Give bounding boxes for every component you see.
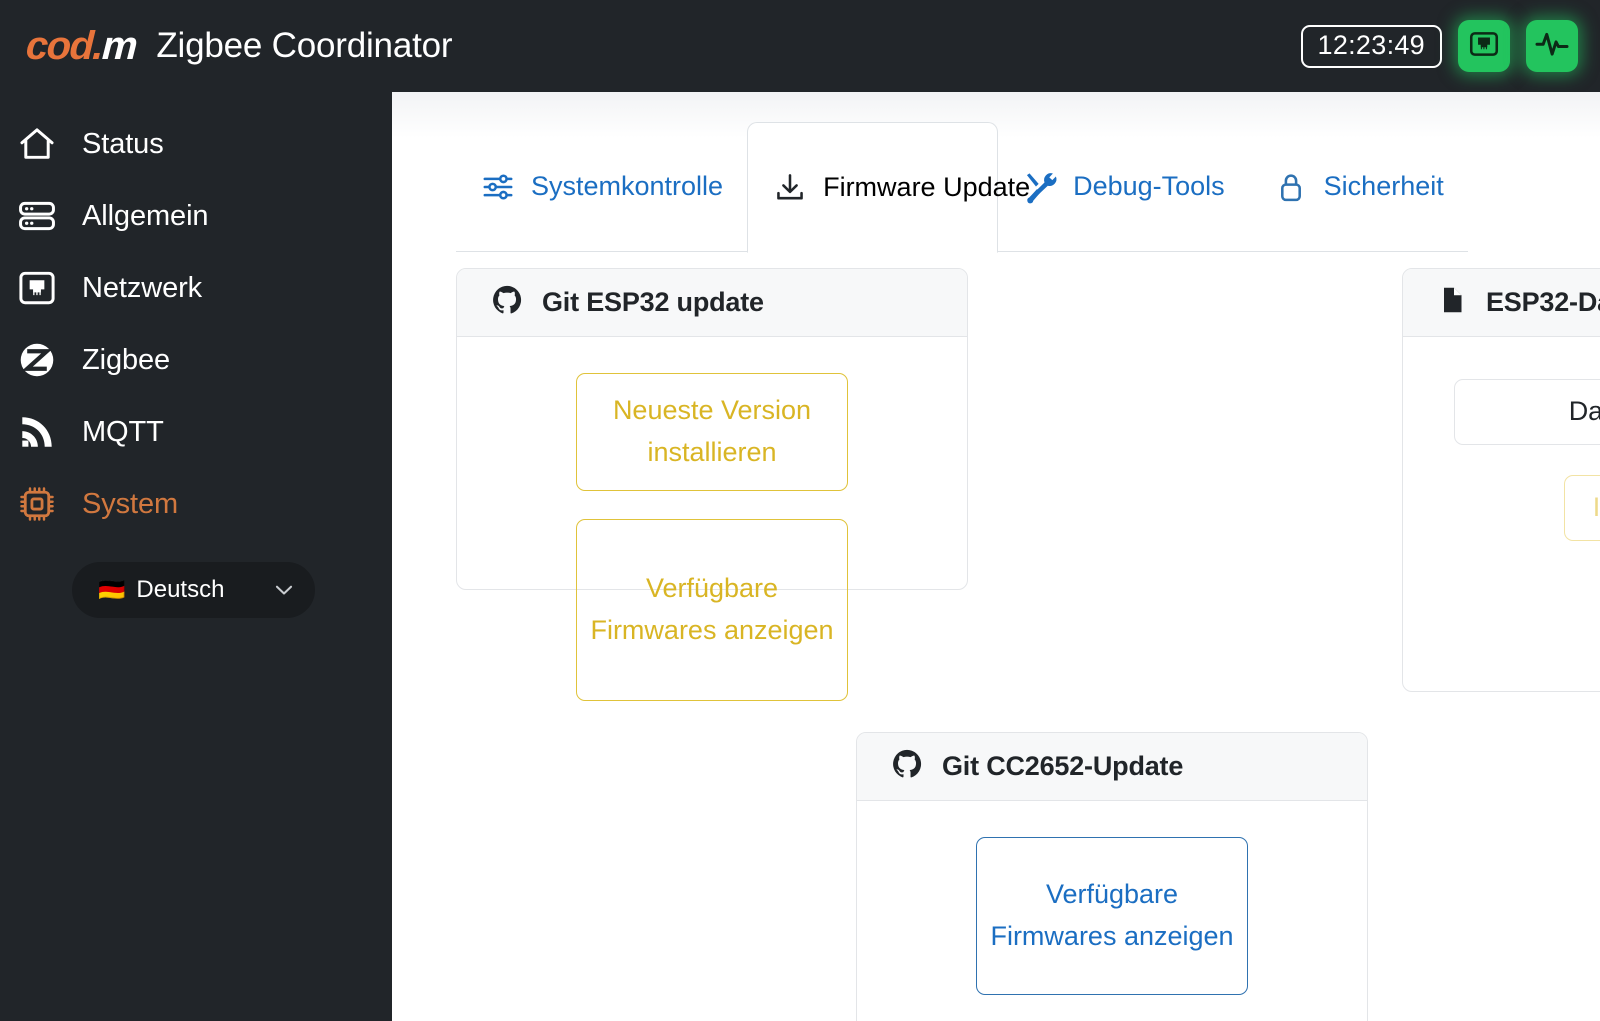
show-available-firmwares-esp32-button[interactable]: Verfügbare Firmwares anzeigen	[576, 519, 848, 701]
card-git-esp32-update: Git ESP32 update Neueste Version install…	[456, 268, 968, 701]
card-header: Git CC2652-Update	[857, 733, 1367, 801]
sidebar-item-allgemein[interactable]: Allgemein	[0, 180, 392, 252]
sidebar-item-system[interactable]: System	[0, 468, 392, 540]
sidebar-item-label: Zigbee	[82, 343, 171, 376]
ethernet-icon	[14, 265, 60, 311]
main-content: Systemkontrolle Firmware Update Debug-To…	[392, 92, 1600, 1021]
tab-systemkontrolle[interactable]: Systemkontrolle	[456, 122, 748, 252]
brand-logo-cod: cod.	[24, 24, 104, 68]
ethernet-port-icon	[1467, 27, 1501, 66]
card-body: Neueste Version installieren Verfügbare …	[457, 337, 967, 701]
header-right-group: 12:23:49	[1300, 20, 1578, 72]
sidebar-item-status[interactable]: Status	[0, 108, 392, 180]
sidebar-item-label: Netzwerk	[82, 271, 203, 304]
sidebar-item-netzwerk[interactable]: Netzwerk	[0, 252, 392, 324]
german-flag-icon: 🇩🇪	[98, 577, 126, 602]
sidebar-item-zigbee[interactable]: Zigbee	[0, 324, 392, 396]
brand-logo-m: m	[101, 24, 138, 68]
page-title: Zigbee Coordinator	[156, 26, 453, 65]
sliders-icon	[480, 169, 516, 205]
app-root: cod. m Zigbee Coordinator 12:23:49 Statu…	[0, 0, 1600, 1021]
choose-file-button[interactable]: Datei wählen...	[1454, 379, 1600, 445]
sidebar-item-mqtt[interactable]: MQTT	[0, 396, 392, 468]
app-body: Status Allgemein Netzwerk Zigbee MQTT Sy…	[0, 92, 1600, 1021]
sidebar-item-label: Allgemein	[82, 199, 209, 232]
tab-label: Systemkontrolle	[531, 171, 724, 201]
heartbeat-icon	[1534, 26, 1570, 67]
brand-logo: cod. m	[24, 24, 138, 68]
install-latest-version-button[interactable]: Neueste Version installieren	[576, 373, 848, 491]
card-title: Git ESP32 update	[542, 287, 764, 317]
tab-bar: Systemkontrolle Firmware Update Debug-To…	[456, 122, 1576, 253]
sidebar-item-label: System	[82, 487, 179, 520]
download-icon	[772, 170, 808, 206]
card-body: Datei wählen... Installieren	[1403, 337, 1600, 541]
card-title: ESP32-Datei update	[1486, 287, 1600, 317]
clock-display: 12:23:49	[1300, 24, 1442, 68]
zigbee-icon	[14, 337, 60, 383]
tab-label: Sicherheit	[1323, 171, 1444, 201]
chevron-down-icon	[271, 577, 297, 603]
microchip-icon	[14, 481, 60, 527]
lock-icon	[1273, 169, 1309, 205]
tab-label: Firmware Update	[823, 171, 1031, 202]
app-header: cod. m Zigbee Coordinator 12:23:49	[0, 0, 1600, 92]
card-header: Git ESP32 update	[457, 269, 967, 337]
network-status-badge[interactable]	[1458, 20, 1510, 72]
card-body: Verfügbare Firmwares anzeigen	[857, 801, 1367, 995]
health-status-badge[interactable]	[1526, 20, 1578, 72]
sidebar: Status Allgemein Netzwerk Zigbee MQTT Sy…	[0, 92, 392, 1021]
card-esp32-file-update: ESP32-Datei update Datei wählen... Insta…	[1402, 268, 1600, 692]
tab-firmware-update[interactable]: Firmware Update	[747, 122, 1031, 253]
sidebar-item-label: Status	[82, 127, 164, 160]
card-title: Git CC2652-Update	[942, 751, 1184, 781]
language-selector-label: Deutsch	[136, 576, 225, 603]
card-header: ESP32-Datei update	[1403, 269, 1600, 337]
tab-debug-tools[interactable]: Debug-Tools	[998, 122, 1249, 252]
install-file-button[interactable]: Installieren	[1564, 475, 1600, 541]
language-selector[interactable]: 🇩🇪 Deutsch	[72, 562, 315, 618]
home-icon	[14, 121, 60, 167]
file-icon	[1437, 285, 1467, 320]
tab-label: Debug-Tools	[1073, 171, 1225, 201]
server-icon	[14, 193, 60, 239]
github-icon	[491, 284, 523, 321]
github-icon	[891, 748, 923, 785]
sidebar-item-label: MQTT	[82, 415, 164, 448]
card-git-cc2652-update: Git CC2652-Update Verfügbare Firmwares a…	[856, 732, 1368, 1021]
tab-sicherheit[interactable]: Sicherheit	[1248, 122, 1468, 252]
signal-icon	[14, 409, 60, 455]
show-available-firmwares-cc2652-button[interactable]: Verfügbare Firmwares anzeigen	[976, 837, 1248, 995]
